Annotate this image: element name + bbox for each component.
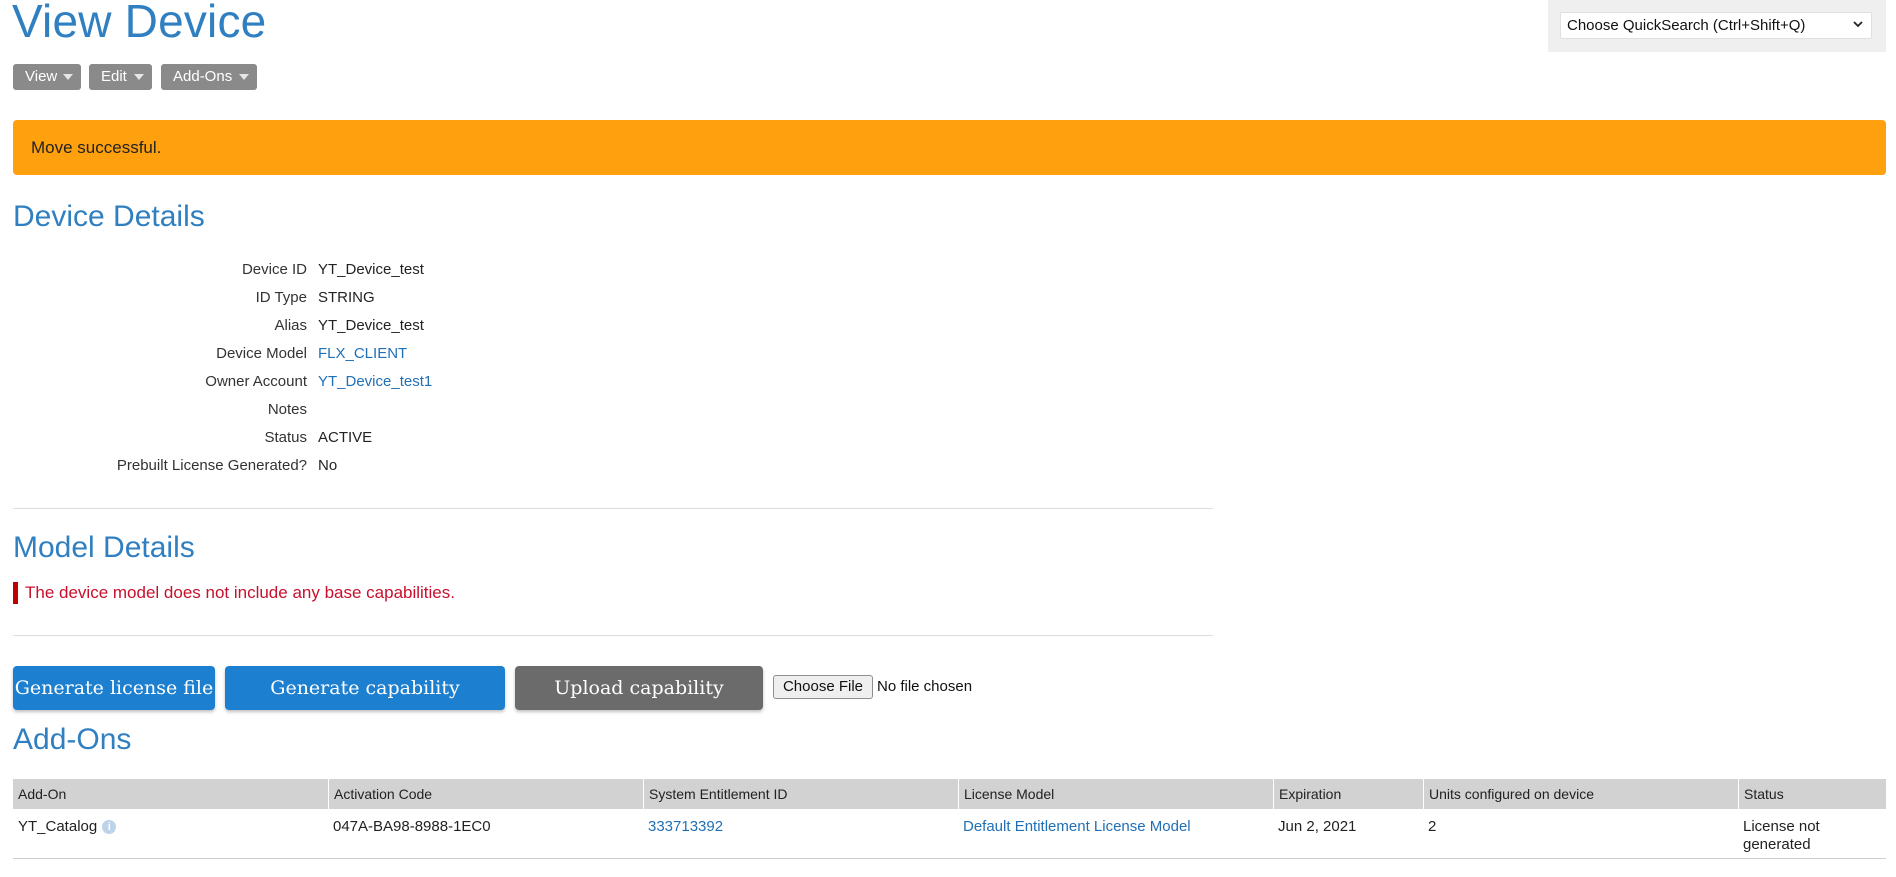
detail-label: Status (264, 429, 307, 446)
column-header-activation-code: Activation Code (328, 779, 643, 809)
detail-label: Alias (274, 317, 307, 334)
success-alert: Move successful. (13, 120, 1886, 175)
generate-license-button[interactable]: Generate license file (13, 666, 215, 710)
device-model-link[interactable]: FLX_CLIENT (318, 340, 407, 368)
detail-value: YT_Device_test (318, 261, 424, 278)
detail-row-id-type: ID Type STRING (0, 284, 700, 312)
entitlement-id-link[interactable]: 333713392 (643, 818, 958, 836)
detail-label: ID Type (255, 289, 307, 306)
caret-down-icon (63, 74, 73, 80)
file-status: No file chosen (877, 678, 973, 695)
detail-row-status: Status ACTIVE (0, 424, 700, 452)
generate-capability-button[interactable]: Generate capability response (225, 666, 505, 743)
column-header-units: Units configured on device (1423, 779, 1738, 809)
detail-label: Device Model (216, 345, 307, 362)
addon-name: YT_Catalog (18, 818, 98, 835)
detail-value: STRING (318, 289, 375, 306)
view-menu-button[interactable]: View (13, 64, 81, 90)
detail-row-prebuilt-license: Prebuilt License Generated? No (0, 452, 700, 480)
model-details-title: Model Details (13, 531, 195, 564)
quicksearch-panel: Choose QuickSearch (Ctrl+Shift+Q) (1548, 0, 1886, 52)
view-menu-label: View (25, 68, 58, 85)
detail-row-alias: Alias YT_Device_test (0, 312, 700, 340)
chevron-down-icon (1853, 21, 1863, 28)
addons-menu-button[interactable]: Add-Ons (161, 64, 257, 90)
activation-code-cell: 047A-BA98-8988-1EC0 (333, 818, 491, 835)
edit-menu-label: Edit (101, 68, 127, 85)
owner-account-link[interactable]: YT_Device_test1 (318, 368, 432, 396)
table-row: YT_Catalog i 047A-BA98-8988-1EC0 33371339… (13, 809, 1886, 859)
column-header-expiration: Expiration (1273, 779, 1423, 809)
detail-label: Owner Account (205, 373, 307, 390)
choose-file-button[interactable]: Choose File (773, 675, 873, 699)
caret-down-icon (239, 74, 249, 80)
quicksearch-select[interactable]: Choose QuickSearch (Ctrl+Shift+Q) (1560, 12, 1872, 39)
addons-title: Add-Ons (13, 723, 132, 756)
quicksearch-label: Choose QuickSearch (Ctrl+Shift+Q) (1567, 17, 1806, 34)
detail-value: YT_Device_test (318, 317, 424, 334)
detail-row-notes: Notes (0, 396, 700, 424)
page-title: View Device (12, 0, 267, 47)
expiration-cell: Jun 2, 2021 (1278, 818, 1357, 835)
detail-label: Device ID (241, 261, 307, 278)
caret-down-icon (134, 74, 144, 80)
status-cell: License not generated (1743, 818, 1820, 853)
license-model-link[interactable]: Default Entitlement License Model (958, 818, 1273, 836)
info-icon[interactable]: i (102, 820, 117, 834)
upload-capability-button[interactable]: Upload capability request (515, 666, 763, 743)
column-header-addon: Add-On (18, 786, 67, 802)
detail-row-device-id: Device ID YT_Device_test (0, 256, 700, 284)
detail-value: No (318, 457, 338, 474)
no-capabilities-warning: The device model does not include any ba… (13, 582, 455, 604)
units-cell: 2 (1428, 818, 1437, 835)
detail-label: Notes (267, 401, 307, 418)
edit-menu-button[interactable]: Edit (89, 64, 152, 90)
divider (13, 508, 1213, 509)
detail-row-device-model: Device Model FLX_CLIENT (0, 340, 700, 368)
column-header-license-model: License Model (958, 779, 1273, 809)
detail-value: ACTIVE (318, 429, 373, 446)
table-header: Add-On Activation Code System Entitlemen… (13, 779, 1886, 809)
divider (13, 635, 1213, 636)
detail-label: Prebuilt License Generated? (116, 457, 307, 474)
device-details-title: Device Details (13, 200, 205, 233)
addon-cell: YT_Catalog i (13, 818, 328, 836)
column-header-entitlement-id: System Entitlement ID (643, 779, 958, 809)
detail-row-owner-account: Owner Account YT_Device_test1 (0, 368, 700, 396)
addons-menu-label: Add-Ons (173, 68, 233, 85)
column-header-status: Status (1738, 779, 1886, 809)
